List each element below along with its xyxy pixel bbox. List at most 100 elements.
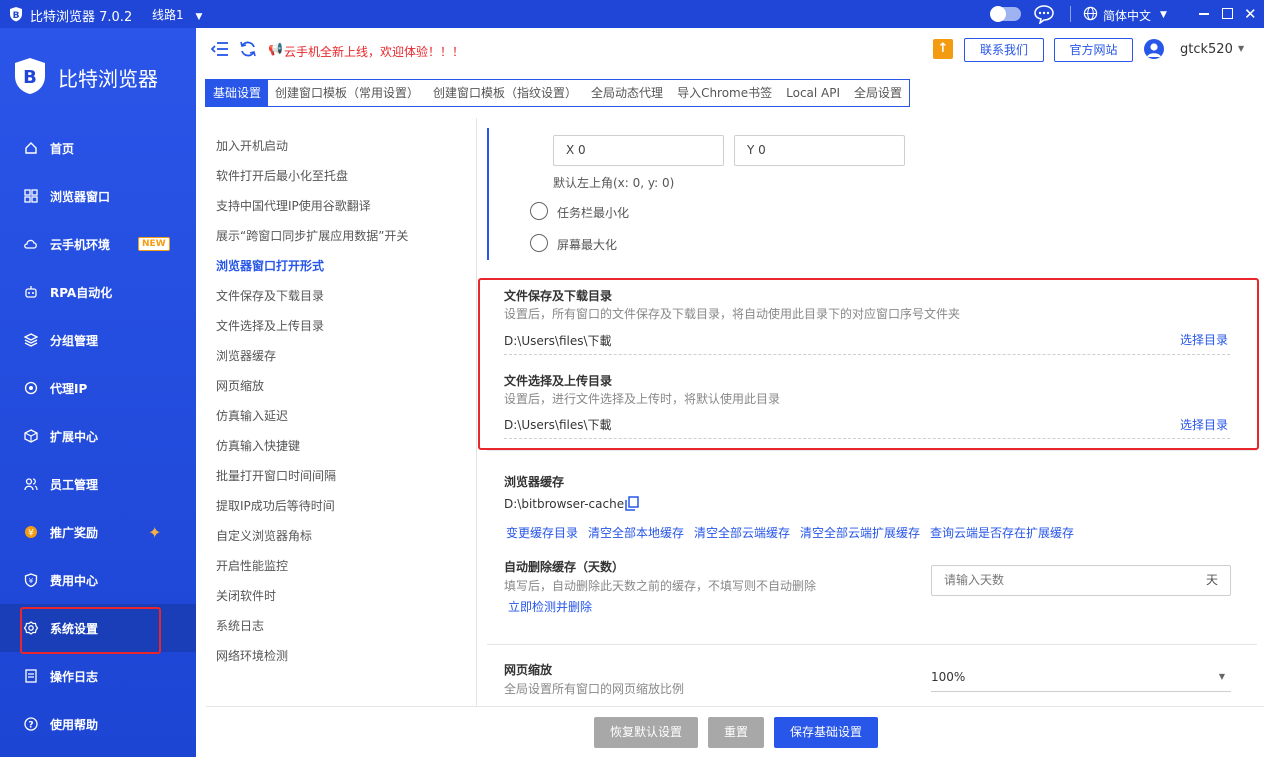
anchor-menu-item[interactable]: 网络环境检测 [216, 647, 288, 664]
restore-defaults-button[interactable]: 恢复默认设置 [594, 717, 698, 748]
app-title: 比特浏览器 7.0.2 [30, 10, 133, 25]
maximize-radio[interactable] [530, 234, 548, 252]
sidebar-item-label: 浏览器窗口 [50, 189, 111, 204]
chat-icon[interactable] [1033, 4, 1055, 27]
cache-action-link[interactable]: 变更缓存目录 [506, 524, 578, 541]
cache-action-link[interactable]: 查询云端是否存在扩展缓存 [930, 524, 1074, 541]
brand-logo-icon: B [12, 56, 48, 99]
minimize-radio[interactable] [530, 202, 548, 220]
tab-2[interactable]: 创建窗口模板（指纹设置） [426, 80, 584, 106]
anchor-menu-item[interactable]: 开启性能监控 [216, 557, 288, 574]
upload-icon[interactable]: ↑ [933, 39, 953, 59]
sidebar-item-12[interactable]: ? 使用帮助 [0, 700, 196, 748]
sidebar-item-0[interactable]: 首页 [0, 124, 196, 172]
zoom-select[interactable]: 100% ▼ [931, 665, 1231, 692]
anchor-menu-item[interactable]: 批量打开窗口时间间隔 [216, 467, 336, 484]
tab-0[interactable]: 基础设置 [206, 80, 269, 106]
maximize-radio-label: 屏幕最大化 [557, 238, 618, 252]
cache-action-link[interactable]: 清空全部本地缓存 [588, 524, 684, 541]
sidebar-item-9[interactable]: ¥ 费用中心 [0, 556, 196, 604]
sidebar-item-8[interactable]: ¥ 推广奖励 ✦ [0, 508, 196, 556]
sidebar-item-11[interactable]: 操作日志 [0, 652, 196, 700]
sidebar-item-label: 操作日志 [50, 669, 99, 684]
sidebar-item-1[interactable]: 浏览器窗口 [0, 172, 196, 220]
sidebar-item-label: 推广奖励 [50, 525, 99, 540]
line-selector[interactable]: 线路1 ▼ [152, 6, 202, 23]
anchor-menu-item[interactable]: 浏览器缓存 [216, 347, 276, 364]
tab-4[interactable]: 导入Chrome书签 [670, 80, 779, 106]
announcement-text[interactable]: 云手机全新上线，欢迎体验！！！ [284, 43, 464, 60]
anchor-menu-item[interactable]: 自定义浏览器角标 [216, 527, 312, 544]
window-x-input[interactable]: X 0 [553, 135, 724, 166]
new-badge: NEW [138, 237, 170, 251]
megaphone-icon: 📢 [268, 42, 283, 56]
position-hint: 默认左上角(x: 0, y: 0) [553, 176, 675, 190]
sidebar-item-5[interactable]: 代理IP [0, 364, 196, 412]
sidebar-item-10[interactable]: 系统设置 [0, 604, 196, 652]
gift-icon: ¥ [24, 525, 38, 539]
tab-6[interactable]: 全局设置 [847, 80, 909, 106]
auto-delete-now-link[interactable]: 立即检测并删除 [508, 598, 592, 615]
minimize-radio-label: 任务栏最小化 [557, 206, 630, 220]
reset-button[interactable]: 重置 [708, 717, 764, 748]
anchor-menu-item[interactable]: 支持中国代理IP使用谷歌翻译 [216, 197, 371, 214]
auto-delete-days-input[interactable]: 请输入天数 天 [931, 565, 1231, 596]
contact-button[interactable]: 联系我们 [964, 38, 1044, 62]
theme-toggle[interactable] [990, 6, 1021, 22]
copy-icon[interactable] [625, 496, 639, 514]
anchor-menu-item[interactable]: 关闭软件时 [216, 587, 276, 604]
anchor-menu-item[interactable]: 加入开机启动 [216, 137, 288, 154]
cache-action-link[interactable]: 清空全部云端扩展缓存 [800, 524, 920, 541]
anchor-menu-item[interactable]: 仿真输入快捷键 [216, 437, 300, 454]
download-dir-title: 文件保存及下载目录 [504, 289, 613, 303]
website-button[interactable]: 官方网站 [1054, 38, 1133, 62]
download-dir-desc: 设置后，所有窗口的文件保存及下载目录，将自动使用此目录下的对应窗口序号文件夹 [504, 307, 961, 321]
download-dir-path: D:\Users\files\下載 [504, 334, 612, 348]
anchor-menu-item[interactable]: 仿真输入延迟 [216, 407, 288, 424]
top-bar: 📢 云手机全新上线，欢迎体验！！！ ↑ 联系我们 官方网站 gtck520 ▼ [196, 28, 1264, 72]
sidebar-item-6[interactable]: 扩展中心 [0, 412, 196, 460]
download-dir-choose-link[interactable]: 选择目录 [1180, 331, 1228, 348]
anchor-menu-item[interactable]: 系统日志 [216, 617, 264, 634]
anchor-menu-item[interactable]: 文件保存及下载目录 [216, 287, 324, 304]
divider [487, 644, 1257, 645]
sidebar-item-7[interactable]: 员工管理 [0, 460, 196, 508]
app-logo-icon: B [8, 6, 24, 22]
avatar[interactable] [1144, 39, 1164, 59]
minimize-button[interactable] [1199, 13, 1209, 15]
anchor-menu-item[interactable]: 网页缩放 [216, 377, 264, 394]
sparkle-icon: ✦ [148, 522, 162, 542]
sidebar-item-label: 首页 [50, 141, 75, 156]
chevron-down-icon[interactable]: ▼ [1238, 44, 1244, 53]
tab-5[interactable]: Local API [779, 80, 847, 106]
sidebar-item-4[interactable]: 分组管理 [0, 316, 196, 364]
sidebar-item-3[interactable]: RPA自动化 [0, 268, 196, 316]
sidebar-item-label: 使用帮助 [50, 717, 99, 732]
save-basic-settings-button[interactable]: 保存基础设置 [774, 717, 878, 748]
anchor-menu-item[interactable]: 浏览器窗口打开形式 [216, 257, 324, 274]
close-button[interactable]: ✕ [1244, 5, 1257, 23]
anchor-menu-item[interactable]: 展示“跨窗口同步扩展应用数据”开关 [216, 227, 408, 244]
anchor-menu-item[interactable]: 软件打开后最小化至托盘 [216, 167, 348, 184]
help-icon: ? [24, 717, 38, 731]
svg-text:¥: ¥ [29, 577, 34, 585]
upload-dir-title: 文件选择及上传目录 [504, 374, 613, 388]
collapse-menu-icon[interactable] [210, 41, 229, 60]
cache-path: D:\bitbrowser-cache [504, 497, 625, 511]
tab-1[interactable]: 创建窗口模板（常用设置） [268, 80, 426, 106]
home-icon [24, 141, 38, 155]
tab-3[interactable]: 全局动态代理 [584, 80, 670, 106]
language-selector[interactable]: 简体中文 ▼ [1083, 6, 1167, 24]
refresh-icon[interactable] [239, 40, 257, 61]
window-y-input[interactable]: Y 0 [734, 135, 905, 166]
username[interactable]: gtck520 [1180, 42, 1233, 57]
upload-dir-choose-link[interactable]: 选择目录 [1180, 416, 1228, 433]
cache-action-link[interactable]: 清空全部云端缓存 [694, 524, 790, 541]
settings-tabs: 基础设置 创建窗口模板（常用设置） 创建窗口模板（指纹设置） 全局动态代理 导入Chro… [205, 79, 911, 107]
divider [504, 438, 1230, 439]
anchor-menu-item[interactable]: 文件选择及上传目录 [216, 317, 324, 334]
maximize-button[interactable] [1222, 8, 1233, 19]
cloud-icon [24, 237, 38, 251]
sidebar-item-2[interactable]: 云手机环境 NEW [0, 220, 196, 268]
anchor-menu-item[interactable]: 提取IP成功后等待时间 [216, 497, 335, 514]
